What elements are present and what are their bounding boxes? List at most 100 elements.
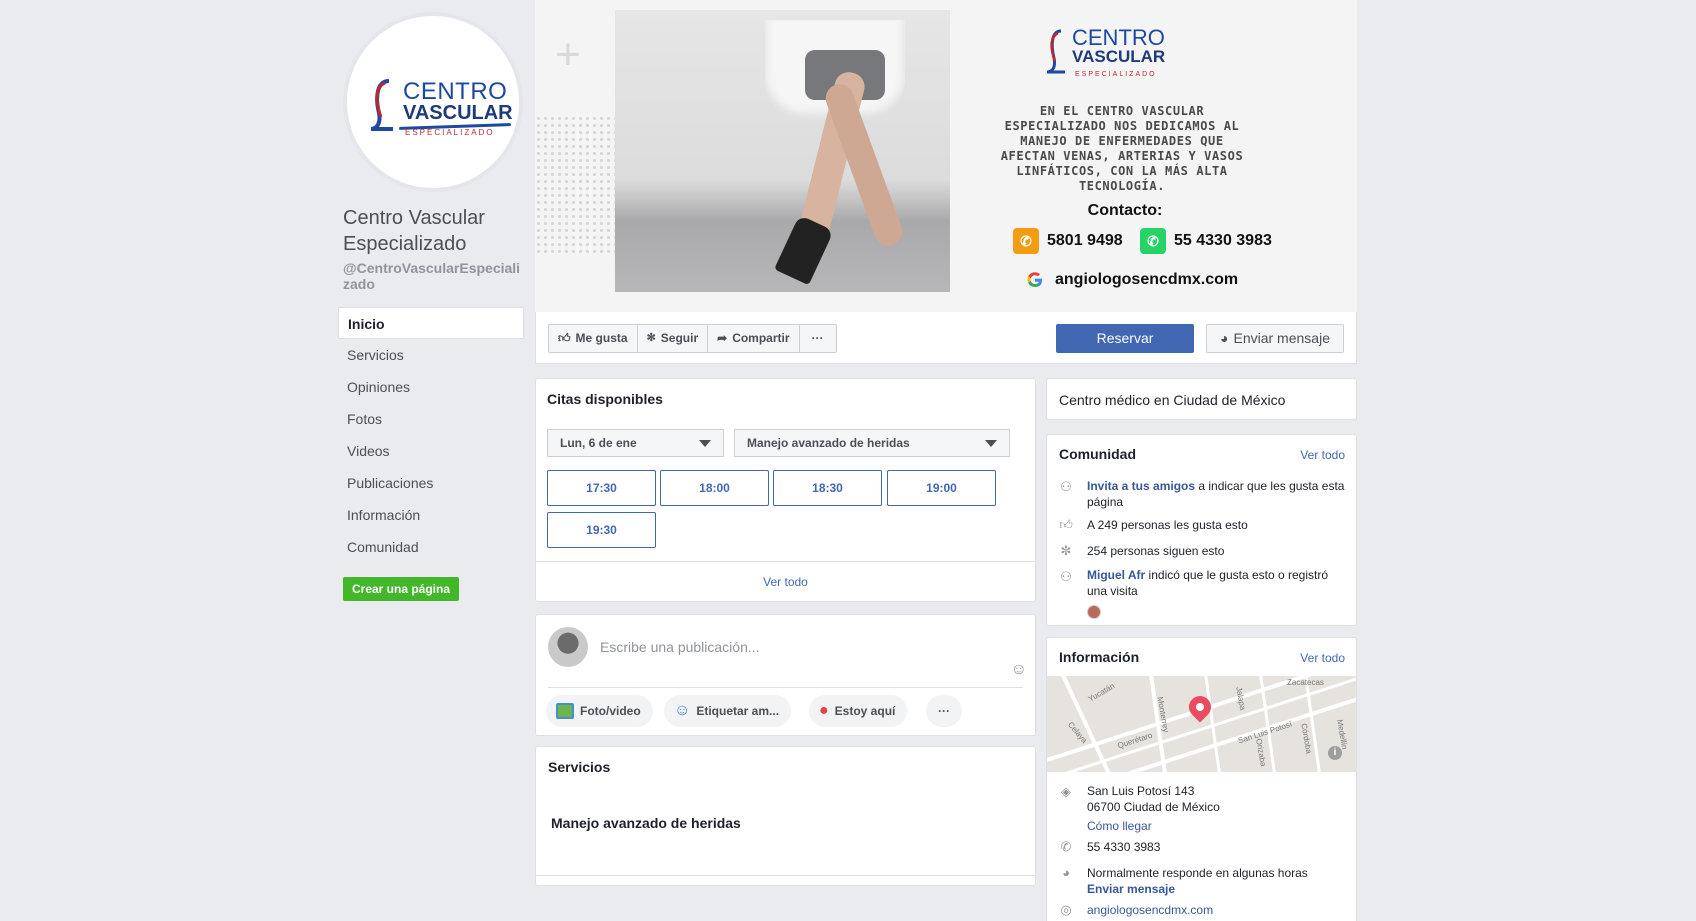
page-profile-picture[interactable]: CENTRO VASCULAR ESPECIALIZADO <box>343 12 523 192</box>
post-input[interactable]: Escribe una publicación... <box>600 639 760 655</box>
cover-contact-label: Contacto: <box>1087 202 1163 219</box>
caret-down-icon <box>699 440 711 447</box>
invite-friends-link[interactable]: Invita a tus amigos <box>1087 479 1195 493</box>
whatsapp-icon: ✆ <box>1140 228 1166 254</box>
composer-more-button[interactable]: ··· <box>926 695 962 727</box>
photo-icon <box>556 703 574 719</box>
thumbs-up-icon: 👍︎ <box>1059 517 1073 532</box>
nav-item-fotos[interactable]: Fotos <box>338 403 524 435</box>
avatar[interactable] <box>1087 605 1101 619</box>
nav-item-informacion[interactable]: Información <box>338 499 524 531</box>
messenger-icon: ◕ <box>1220 330 1229 346</box>
share-arrow-icon: ➦ <box>717 331 728 345</box>
cover-phone-number: 5801 9498 <box>1047 232 1123 249</box>
follow-button[interactable]: ✼ Seguir <box>638 325 709 352</box>
services-card: Servicios Manejo avanzado de heridas <box>535 746 1036 886</box>
more-actions-button[interactable]: ··· <box>800 325 836 352</box>
rss-icon: ✼ <box>646 332 656 344</box>
photo-video-button[interactable]: Foto/video <box>546 695 653 727</box>
time-slot[interactable]: 18:30 <box>773 470 882 506</box>
info-see-all[interactable]: Ver todo <box>1300 651 1345 665</box>
page-title[interactable]: Centro Vascular Especializado <box>343 205 523 257</box>
appointments-title: Citas disponibles <box>547 391 663 407</box>
plus-decoration-icon: + <box>555 30 581 79</box>
messenger-icon: ◕ <box>1062 865 1070 880</box>
page-action-bar: 👍︎ Me gusta ✼ Seguir ➦ Compartir ··· Res… <box>535 312 1357 364</box>
info-send-message-link[interactable]: Enviar mensaje <box>1087 881 1347 897</box>
community-card: Comunidad Ver todo ⚇ Invita a tus amigos… <box>1046 434 1357 626</box>
info-phone[interactable]: 55 4330 3983 <box>1087 839 1347 855</box>
time-slot[interactable]: 17:30 <box>547 470 656 506</box>
globe-icon: ◎ <box>1060 902 1072 917</box>
nav-item-videos[interactable]: Videos <box>338 435 524 467</box>
map-label: Yucatán <box>1086 681 1117 704</box>
avatar <box>548 627 588 667</box>
invite-friends-row: Invita a tus amigos a indicar que les gu… <box>1087 478 1347 510</box>
logo-text-especializado: ESPECIALIZADO <box>405 128 495 137</box>
cover-website-text: angiologosencdmx.com <box>1055 271 1239 288</box>
send-message-button[interactable]: ◕ Enviar mensaje <box>1206 324 1344 353</box>
like-label: Me gusta <box>575 331 628 345</box>
nav-item-opiniones[interactable]: Opiniones <box>338 371 524 403</box>
divider <box>536 875 1035 876</box>
service-item[interactable]: Manejo avanzado de heridas <box>551 815 741 831</box>
address-line1: San Luis Potosí 143 <box>1087 784 1195 798</box>
community-title: Comunidad <box>1059 446 1136 462</box>
book-button[interactable]: Reservar <box>1056 324 1194 353</box>
logo-text-vascular: VASCULAR <box>403 102 513 124</box>
follow-label: Seguir <box>660 331 699 345</box>
page-category[interactable]: Centro médico en Ciudad de México <box>1059 392 1285 408</box>
info-title: Información <box>1059 649 1140 665</box>
divider <box>548 687 1023 688</box>
phone-icon: ✆ <box>1060 839 1072 854</box>
google-icon <box>1027 272 1042 287</box>
recent-visitor-row: Miguel Afr indicó que le gusta esto o re… <box>1087 567 1347 599</box>
appointments-see-all[interactable]: Ver todo <box>536 561 1035 601</box>
people-icon: ⚇ <box>1060 479 1072 494</box>
cover-phone: ✆ 5801 9498 <box>1013 228 1123 254</box>
create-page-button[interactable]: Crear una página <box>343 577 459 601</box>
post-composer: Escribe una publicación... ☺ Foto/video … <box>535 614 1036 736</box>
time-slot[interactable]: 19:30 <box>547 512 656 548</box>
address: San Luis Potosí 143 06700 Ciudad de Méxi… <box>1087 783 1347 834</box>
appointments-card: Citas disponibles Lun, 6 de ene Manejo a… <box>535 378 1036 602</box>
date-select[interactable]: Lun, 6 de ene <box>547 429 724 457</box>
info-website-link[interactable]: angiologosencdmx.com <box>1087 902 1347 918</box>
send-message-label: Enviar mensaje <box>1233 330 1330 346</box>
location-pin-icon: ● <box>819 702 829 719</box>
share-button[interactable]: ➦ Compartir <box>708 325 800 352</box>
emoji-icon[interactable]: ☺ <box>1011 661 1027 679</box>
directions-icon: ◈ <box>1061 784 1071 799</box>
category-card: Centro médico en Ciudad de México <box>1046 378 1357 420</box>
community-see-all[interactable]: Ver todo <box>1300 448 1345 462</box>
nav-item-comunidad[interactable]: Comunidad <box>338 531 524 563</box>
location-map[interactable]: Yucatán Zacatecas Jalapa Monterrey Queré… <box>1047 676 1356 772</box>
visitor-name-link[interactable]: Miguel Afr <box>1087 568 1145 582</box>
cover-description: EN EL CENTRO VASCULAR ESPECIALIZADO NOS … <box>1000 104 1244 193</box>
directions-link[interactable]: Cómo llegar <box>1087 818 1347 834</box>
check-in-label: Estoy aquí <box>834 704 896 718</box>
like-button[interactable]: 👍︎ Me gusta <box>549 325 638 352</box>
page-nav: Inicio Servicios Opiniones Fotos Videos … <box>338 307 524 563</box>
time-slot[interactable]: 18:00 <box>660 470 769 506</box>
cover-whatsapp: ✆ 55 4330 3983 <box>1140 228 1272 254</box>
cover-logo: CENTRO VASCULAR ESPECIALIZADO <box>1045 25 1205 85</box>
share-label: Compartir <box>732 331 790 345</box>
nav-item-publicaciones[interactable]: Publicaciones <box>338 467 524 499</box>
address-line2: 06700 Ciudad de México <box>1087 800 1220 814</box>
nav-item-inicio[interactable]: Inicio <box>338 307 524 339</box>
dot-pattern <box>535 115 625 255</box>
time-slot[interactable]: 19:00 <box>887 470 996 506</box>
photo-video-label: Foto/video <box>580 704 641 718</box>
map-label: Orizaba <box>1254 737 1268 768</box>
followers-count: 254 personas siguen esto <box>1087 544 1225 558</box>
tag-friends-button[interactable]: ☺ Etiquetar am... <box>664 695 792 727</box>
cover-photo[interactable]: + CENTRO VASCULAR ESPECIALIZADO EN EL CE… <box>535 0 1357 312</box>
map-info-icon[interactable]: i <box>1328 746 1342 760</box>
service-select[interactable]: Manejo avanzado de heridas <box>734 429 1010 457</box>
page-handle[interactable]: @CentroVascularEspecializado <box>343 260 523 292</box>
map-road <box>1047 676 1356 772</box>
nav-item-servicios[interactable]: Servicios <box>338 339 524 371</box>
response-time-text: Normalmente responde en algunas horas <box>1087 866 1308 880</box>
check-in-button[interactable]: ● Estoy aquí <box>809 695 908 727</box>
